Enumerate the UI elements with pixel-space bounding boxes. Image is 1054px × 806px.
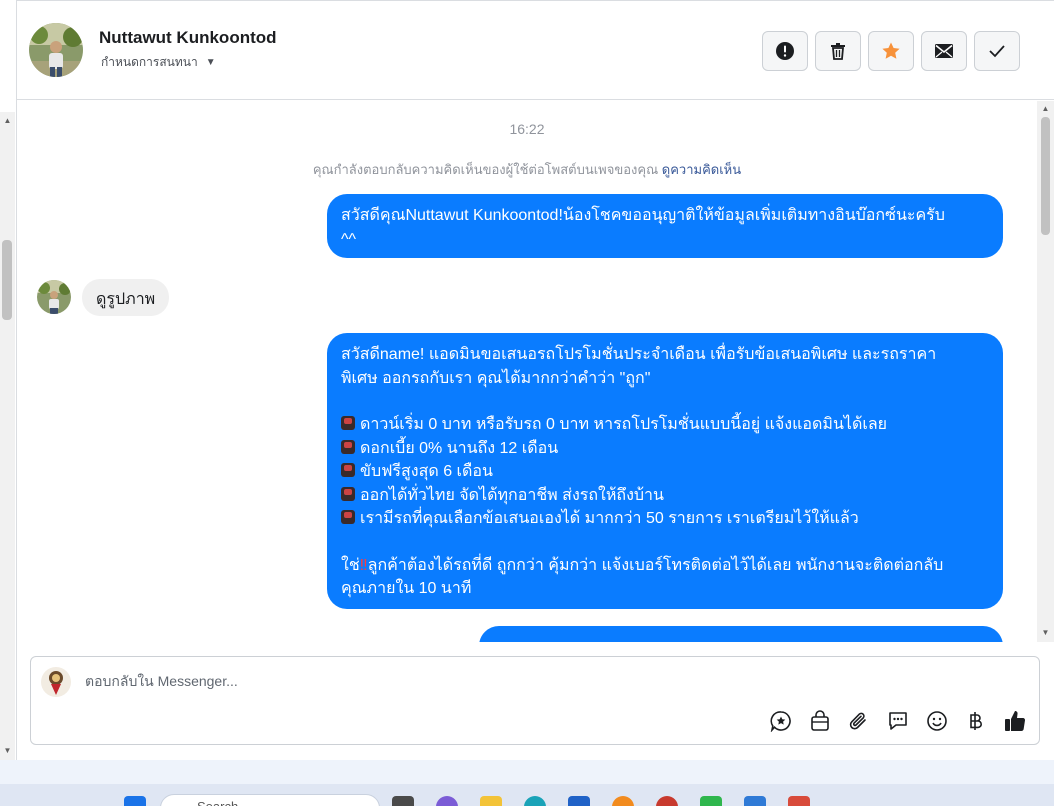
- like-icon: [1005, 711, 1026, 732]
- message-line: พิเศษ ออกรถกับเรา คุณได้มากกว่าคำว่า "ถู…: [341, 369, 651, 387]
- outgoing-message-partial[interactable]: [479, 626, 1003, 642]
- taskbar-search[interactable]: Search: [160, 794, 380, 806]
- app-icon[interactable]: [436, 796, 458, 806]
- message-line: ^^: [341, 230, 357, 248]
- message-timestamp: 16:22: [509, 121, 545, 137]
- message-list[interactable]: 16:22 คุณกำลังตอบกลับความคิดเห็นของผู้ใช…: [17, 101, 1037, 642]
- emoji-icon: [927, 711, 947, 731]
- incoming-message[interactable]: ดูรูปภาพ: [82, 279, 170, 316]
- emoji-button[interactable]: [925, 709, 949, 733]
- left-scroll-down-icon[interactable]: ▼: [3, 746, 12, 755]
- line-icon[interactable]: [700, 796, 722, 806]
- envelope-icon: [935, 44, 953, 58]
- edge-icon[interactable]: [524, 796, 546, 806]
- left-scrollbar-thumb[interactable]: [2, 240, 12, 320]
- baht-icon: [970, 712, 982, 730]
- message-line: สวัสดีคุณNuttawut Kunkoontod!น้องโชคขออน…: [341, 207, 945, 224]
- app-icon-2[interactable]: [656, 796, 678, 806]
- check-icon: [989, 45, 1005, 58]
- store-icon[interactable]: [568, 796, 590, 806]
- reply-context-text: คุณกำลังตอบกลับความคิดเห็นของผู้ใช้ต่อโพ…: [312, 162, 659, 177]
- car-emoji-icon: [341, 486, 355, 501]
- delete-button[interactable]: [815, 31, 861, 71]
- double-exclamation-icon: ‼: [359, 556, 368, 574]
- payment-button[interactable]: [964, 709, 988, 733]
- attach-button[interactable]: [847, 709, 871, 733]
- message-line: ใช่‼ลูกค้าต้องได้รถที่ดี ถูกกว่า คุ้มกว่…: [341, 556, 944, 574]
- outgoing-promo-message[interactable]: สวัสดีname! แอดมินขอเสนอรถโปรโมชั่นประจำ…: [327, 333, 1003, 609]
- car-emoji-icon: [341, 416, 355, 430]
- caret-down-icon: ▼: [205, 57, 216, 68]
- quick-reply-button[interactable]: [886, 709, 910, 733]
- promo-bullet: ออกได้ทั่วไทย จัดได้ทุกอาชีพ ส่งรถให้ถึง…: [341, 484, 989, 508]
- saved-reply-button[interactable]: [769, 709, 793, 733]
- report-button[interactable]: [762, 31, 808, 71]
- scroll-up-icon[interactable]: ▲: [1041, 104, 1050, 113]
- contact-name[interactable]: Nuttawut Kunkoontod: [99, 28, 277, 48]
- like-button[interactable]: [1003, 709, 1027, 733]
- car-emoji-icon: [341, 439, 355, 454]
- message-line: สวัสดีname! แอดมินขอเสนอรถโปรโมชั่นประจำ…: [341, 346, 937, 363]
- start-icon[interactable]: [124, 796, 146, 806]
- reply-input[interactable]: [85, 673, 685, 689]
- promo-bullet: ดอกเบี้ย 0% นานถึง 12 เดือน: [341, 437, 989, 461]
- header-actions: [762, 31, 1020, 71]
- conversation-settings-label: กำหนดการสนทนา: [101, 55, 198, 69]
- contact-avatar-small[interactable]: [37, 280, 71, 314]
- promo-bullet: เรามีรถที่คุณเลือกข้อเสนอเองได้ มากกว่า …: [341, 507, 989, 531]
- contact-avatar[interactable]: [29, 23, 83, 77]
- alert-circle-icon: [776, 42, 794, 60]
- window-bottom-area: [0, 760, 1054, 784]
- chat-bubble-icon: [889, 712, 907, 730]
- outgoing-message[interactable]: สวัสดีคุณNuttawut Kunkoontod!น้องโชคขออน…: [327, 194, 1003, 258]
- os-taskbar: Search: [0, 784, 1054, 806]
- scroll-down-icon[interactable]: ▼: [1041, 628, 1050, 637]
- trash-icon: [831, 43, 845, 60]
- task-view-icon[interactable]: [392, 796, 414, 806]
- firefox-icon[interactable]: [612, 796, 634, 806]
- shop-bag-icon: [811, 710, 829, 731]
- message-line: คุณภายใน 10 นาที: [341, 580, 472, 597]
- saved-reply-icon: [770, 711, 791, 732]
- car-emoji-icon: [341, 463, 355, 477]
- star-icon: [882, 42, 900, 59]
- done-button[interactable]: [974, 31, 1020, 71]
- app-icon-3[interactable]: [788, 796, 810, 806]
- messenger-app: ▲ ▼ Nuttawut Kunkoontod กำหนดการสนทนา ▼: [0, 0, 1054, 806]
- email-button[interactable]: [921, 31, 967, 71]
- page-avatar: [41, 667, 71, 697]
- reply-context-notice: คุณกำลังตอบกลับความคิดเห็นของผู้ใช้ต่อโพ…: [17, 159, 1037, 180]
- car-emoji-icon: [341, 510, 355, 524]
- file-explorer-icon[interactable]: [480, 796, 502, 806]
- chat-scrollbar-thumb[interactable]: [1041, 117, 1050, 235]
- attach-icon: [849, 712, 866, 730]
- composer-toolbar: [769, 709, 1027, 733]
- promo-bullet: ดาวน์เริ่ม 0 บาท หรือรับรถ 0 บาท หารถโปร…: [341, 413, 989, 437]
- reply-composer: [30, 656, 1040, 745]
- conversation-settings[interactable]: กำหนดการสนทนา ▼: [101, 53, 216, 72]
- left-scrollbar[interactable]: [0, 112, 15, 760]
- star-button[interactable]: [868, 31, 914, 71]
- calendar-icon[interactable]: [744, 796, 766, 806]
- shop-button[interactable]: [808, 709, 832, 733]
- left-scroll-up-icon[interactable]: ▲: [3, 116, 12, 125]
- promo-bullet: ขับฟรีสูงสุด 6 เดือน: [341, 460, 989, 484]
- conversation-header: Nuttawut Kunkoontod กำหนดการสนทนา ▼: [17, 1, 1054, 100]
- view-comment-link[interactable]: ดูความคิดเห็น: [662, 162, 741, 177]
